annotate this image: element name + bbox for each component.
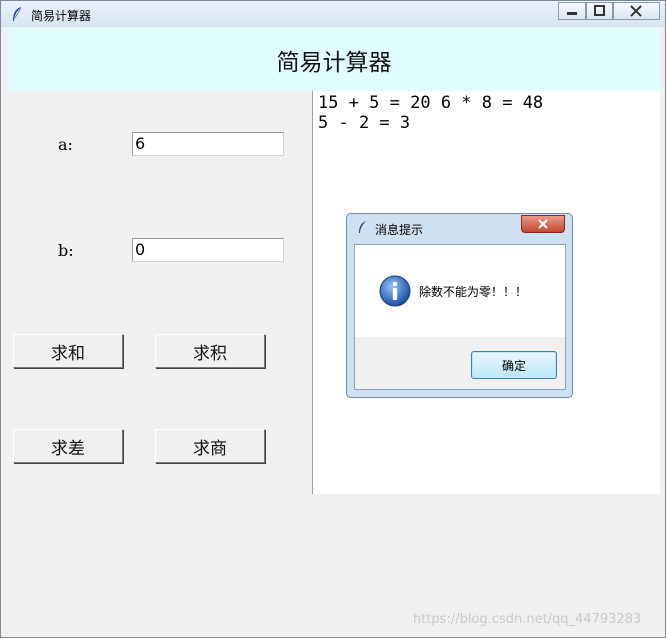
close-icon: [630, 5, 642, 17]
dialog-title: 消息提示: [375, 223, 424, 237]
feather-icon: [359, 221, 366, 233]
result-line: 5 - 2 = 3: [318, 113, 411, 133]
watermark: https://blog.csdn.net/qq_44793283: [413, 612, 642, 627]
ok-button[interactable]: 确定: [471, 351, 557, 379]
a-input[interactable]: 6: [132, 132, 284, 156]
quotient-button[interactable]: 求商: [155, 429, 265, 463]
title-bar[interactable]: 简易计算器: [1, 1, 665, 27]
page-title: 简易计算器: [8, 29, 660, 91]
a-label: a:: [58, 135, 73, 154]
sum-button[interactable]: 求和: [13, 334, 123, 368]
dialog-body: 除数不能为零！！！ 确定: [354, 244, 566, 390]
product-button[interactable]: 求积: [155, 334, 265, 368]
feather-icon: [13, 6, 22, 21]
dialog-close-button[interactable]: [521, 215, 565, 233]
difference-button[interactable]: 求差: [13, 429, 123, 463]
maximize-button[interactable]: [586, 2, 613, 20]
b-label: b:: [58, 241, 74, 260]
minimize-icon: [567, 12, 577, 15]
close-icon: [538, 219, 548, 229]
window-title: 简易计算器: [31, 9, 92, 23]
message-dialog: 消息提示 除数不能为零！！！ 确定: [346, 213, 573, 398]
dialog-message: 除数不能为零！！！: [419, 285, 528, 299]
result-line: 15 + 5 = 20 6 * 8 = 48: [318, 93, 544, 113]
b-input[interactable]: 0: [132, 238, 284, 262]
minimize-button[interactable]: [558, 2, 586, 20]
maximize-icon: [594, 5, 605, 16]
info-icon: [379, 275, 411, 307]
dialog-message-area: 除数不能为零！！！: [355, 245, 565, 337]
close-button[interactable]: [613, 2, 660, 20]
